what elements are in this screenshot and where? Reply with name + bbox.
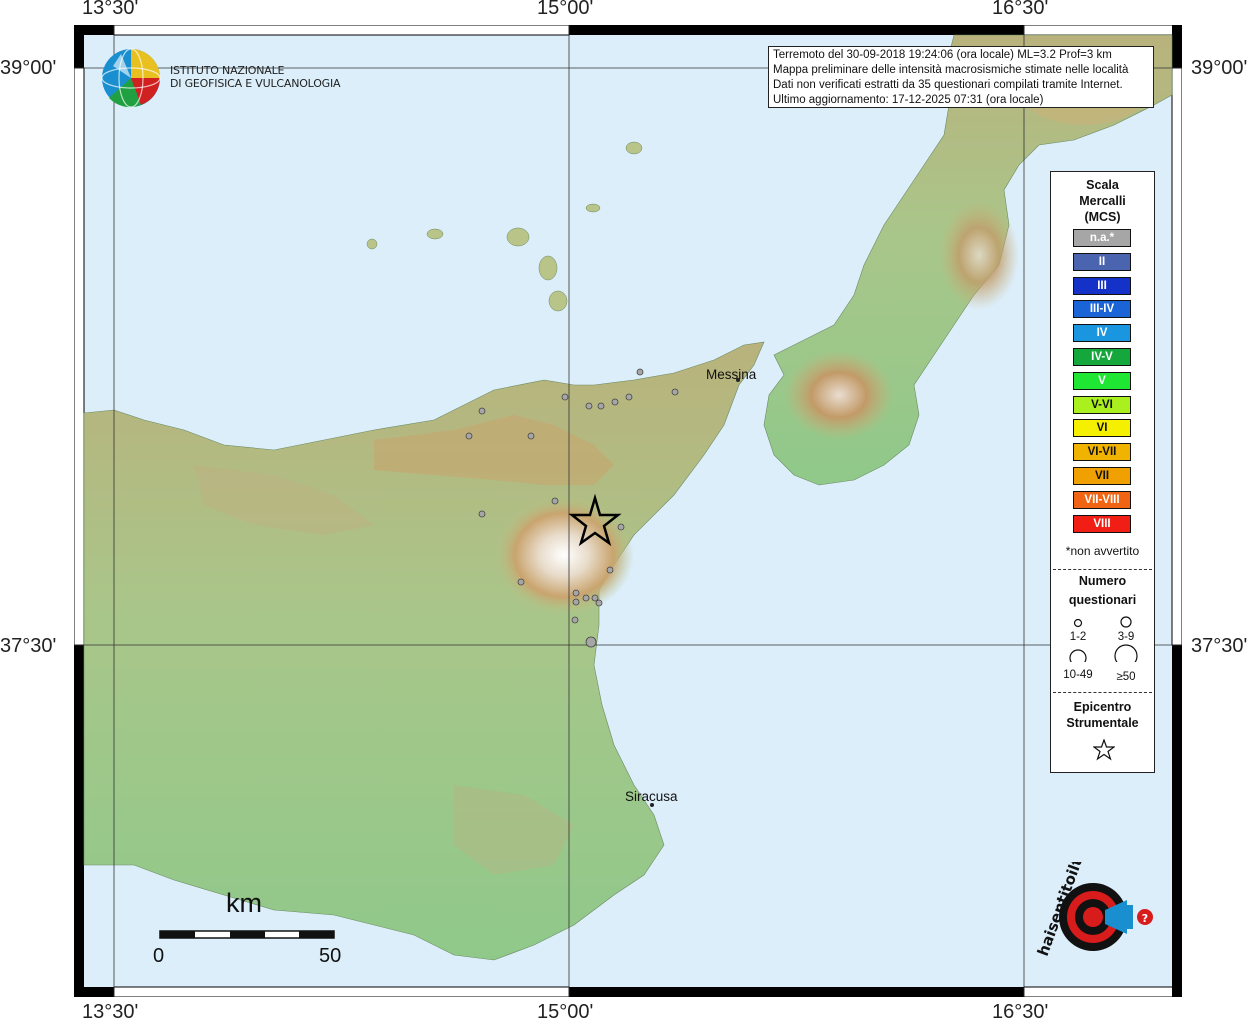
coord-bottom-1330: 13°30' xyxy=(82,1001,139,1023)
coord-right-3730: 37°30' xyxy=(1191,635,1248,657)
legend: Scala Mercalli (MCS) n.a.* II III III-IV IV I… xyxy=(1050,171,1155,773)
etna xyxy=(494,495,634,615)
epicenter-title-line2: Strumentale xyxy=(1066,716,1139,730)
star-icon xyxy=(1093,739,1115,761)
label-messina: Messina xyxy=(706,367,757,382)
scale-swatch-vi: VI xyxy=(1073,419,1131,438)
island-salina xyxy=(506,227,530,247)
coord-right-3900: 39°00' xyxy=(1191,57,1248,79)
scale-swatch-n-a: n.a.* xyxy=(1073,229,1131,247)
island-stromboli xyxy=(625,141,643,155)
scale-swatch-ii: II xyxy=(1073,252,1131,271)
globe-icon xyxy=(101,48,161,108)
island-vulcano xyxy=(548,290,568,312)
coord-bottom-1630: 16°30' xyxy=(992,1001,1049,1023)
size-symbol-1-2 xyxy=(1073,618,1083,628)
label-siracusa: Siracusa xyxy=(625,789,678,804)
event-info-line3: Dati non verificati estratti da 35 quest… xyxy=(773,79,1123,91)
legend-note: *non avvertito xyxy=(1065,544,1140,558)
map-frame xyxy=(74,25,1182,997)
scale-swatch-v-vi: V-VI xyxy=(1073,395,1131,414)
epicenter-legend-symbol xyxy=(1093,739,1115,761)
size-symbol-50 xyxy=(1114,644,1138,662)
coord-top-1500: 15°00' xyxy=(537,0,594,19)
island-filicudi xyxy=(426,228,444,240)
size-symbol-3-9 xyxy=(1120,616,1132,628)
legend-title-line1: Scala xyxy=(1086,178,1119,192)
count-title: Numero questionari xyxy=(1051,572,1154,610)
relief-map xyxy=(74,25,1182,997)
ingv-name: ISTITUTO NAZIONALE DI GEOFISICA E VULCAN… xyxy=(170,64,341,90)
coord-top-1330: 13°30' xyxy=(82,0,139,19)
scale-swatch-vii: VII xyxy=(1073,467,1131,485)
size-label-3-9: 3-9 xyxy=(1117,631,1135,643)
count-title-line1: Numero xyxy=(1078,574,1127,588)
epicenter-title-line1: Epicentro xyxy=(1073,700,1132,714)
ingv-name-line1: ISTITUTO NAZIONALE xyxy=(170,64,285,77)
scale-swatch-iii: III xyxy=(1073,276,1131,295)
size-label-50: ≥50 xyxy=(1116,671,1136,683)
legend-title-line3: (MCS) xyxy=(1084,210,1121,224)
event-info-line2: Mappa preliminare delle intensità macros… xyxy=(773,64,1129,76)
scalebar-max: 50 xyxy=(319,945,342,967)
size-symbol-10-49 xyxy=(1069,649,1087,662)
haisentito-badge[interactable]: ? haisentitoilterremoto.it xyxy=(1035,862,1160,977)
scalebar-min: 0 xyxy=(153,945,165,967)
scalebar-title: km xyxy=(226,888,262,918)
epicenter-title: Epicentro Strumentale xyxy=(1051,699,1154,731)
ingv-name-line2: DI GEOFISICA E VULCANOLOGIA xyxy=(170,77,341,90)
size-label-10-49: 10-49 xyxy=(1063,669,1093,681)
size-label-1-2: 1-2 xyxy=(1069,631,1087,643)
island-lipari xyxy=(538,255,558,281)
island-alicudi xyxy=(366,238,378,250)
coord-top-1630: 16°30' xyxy=(992,0,1049,19)
scale-swatch-vii-viii: VII-VIII xyxy=(1073,490,1131,509)
legend-divider-1 xyxy=(1053,569,1152,570)
count-title-line2: questionari xyxy=(1068,593,1137,607)
legend-title-line2: Mercalli xyxy=(1079,194,1126,208)
scale-swatch-vi-vii: VI-VII xyxy=(1073,443,1131,462)
scale-swatch-v: V xyxy=(1073,371,1131,390)
scale-swatch-iii-iv: III-IV xyxy=(1073,300,1131,319)
coord-left-3730: 37°30' xyxy=(0,635,57,657)
legend-divider-2 xyxy=(1053,692,1152,693)
scale-swatch-iv-v: IV-V xyxy=(1073,348,1131,366)
scale-swatch-viii: VIII xyxy=(1073,514,1131,533)
event-info-box: Terremoto del 30-09-2018 19:24:06 (ora l… xyxy=(768,46,1154,108)
svg-text:?: ? xyxy=(1142,912,1148,925)
legend-title: Scala Mercalli (MCS) xyxy=(1051,177,1154,225)
event-info-line4: Ultimo aggiornamento: 17-12-2025 07:31 (… xyxy=(773,94,1044,106)
island-panarea xyxy=(585,203,601,213)
coord-left-3900: 39°00' xyxy=(0,57,57,79)
scalebar xyxy=(159,930,335,939)
event-info-line1: Terremoto del 30-09-2018 19:24:06 (ora l… xyxy=(773,49,1112,61)
scale-swatch-iv: IV xyxy=(1073,324,1131,343)
coord-bottom-1500: 15°00' xyxy=(537,1001,594,1023)
